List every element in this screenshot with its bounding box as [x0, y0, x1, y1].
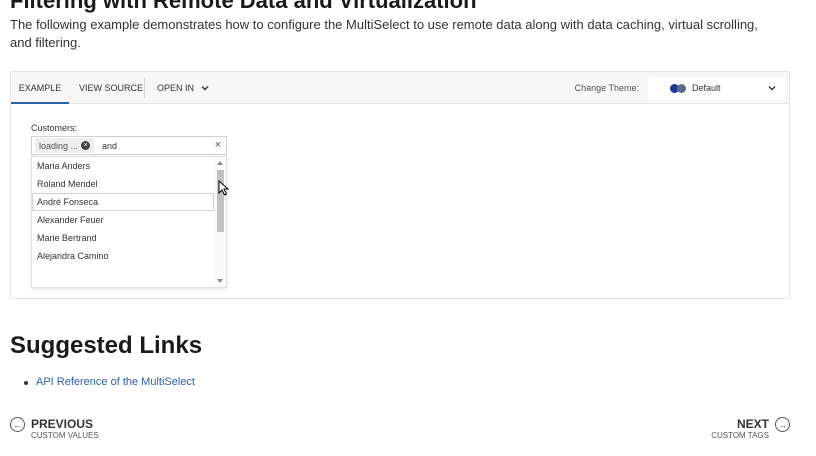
chevron-down-icon — [201, 86, 209, 91]
demo-toolbar: EXAMPLE VIEW SOURCE OPEN IN Change Theme… — [11, 72, 789, 104]
previous-page-link[interactable]: ← PREVIOUS CUSTOM VALUES — [10, 417, 99, 441]
list-item[interactable]: André Fonseca — [32, 193, 214, 211]
tab-view-source[interactable]: VIEW SOURCE — [79, 72, 143, 104]
toolbar-divider — [144, 78, 145, 98]
suggested-links-heading: Suggested Links — [10, 332, 203, 359]
list-item[interactable]: Marie Bertrand — [32, 229, 214, 247]
scroll-up-arrow-icon[interactable] — [217, 161, 223, 165]
next-label: NEXT — [736, 417, 769, 431]
close-icon[interactable]: × — [215, 139, 221, 151]
multiselect-popup: Maria Anders Roland Mendel André Fonseca Al… — [31, 156, 227, 288]
theme-dot-secondary — [677, 83, 686, 93]
selected-chip[interactable]: loading ... × — [35, 138, 95, 153]
list-item[interactable]: Alejandra Camino — [32, 247, 214, 265]
open-in-label: OPEN IN — [157, 83, 195, 93]
filter-text[interactable]: and — [102, 141, 117, 151]
customers-label: Customers: — [31, 123, 78, 133]
suggested-links-list: API Reference of the MultiSelect — [24, 376, 195, 388]
next-sublabel: CUSTOM TAGS — [711, 431, 769, 440]
chip-remove-icon[interactable]: × — [81, 141, 91, 150]
list-item[interactable]: Roland Mendel — [32, 175, 214, 193]
demo-container: EXAMPLE VIEW SOURCE OPEN IN Change Theme… — [10, 71, 790, 299]
arrow-left-icon: ← — [10, 417, 25, 432]
tab-example[interactable]: EXAMPLE — [11, 72, 69, 104]
next-page-link[interactable]: NEXT CUSTOM TAGS → — [711, 417, 790, 441]
chip-label: loading ... — [39, 140, 79, 151]
popup-scrollbar[interactable] — [214, 157, 226, 287]
list-item[interactable]: Maria Anders — [32, 157, 214, 175]
theme-swatch-icon — [670, 83, 686, 93]
option-list: Maria Anders Roland Mendel André Fonseca Al… — [32, 157, 214, 265]
page-title: Filtering with Remote Data and Virtualiz… — [10, 0, 477, 13]
previous-label: PREVIOUS — [31, 417, 94, 431]
scroll-down-arrow-icon[interactable] — [217, 279, 223, 283]
theme-dropdown[interactable]: Default — [648, 77, 785, 99]
customers-multiselect-input[interactable]: loading ... × and × — [31, 136, 227, 155]
previous-sublabel: CUSTOM VALUES — [31, 431, 99, 440]
arrow-right-icon: → — [775, 417, 790, 432]
api-reference-link[interactable]: API Reference of the MultiSelect — [24, 376, 195, 388]
intro-text: The following example demonstrates how t… — [10, 17, 758, 50]
open-in-button[interactable]: OPEN IN — [157, 72, 210, 104]
list-item[interactable]: Alexander Feuer — [32, 211, 214, 229]
mouse-cursor-icon — [218, 180, 230, 196]
change-theme-label: Change Theme: — [574, 83, 639, 93]
theme-selected-value: Default — [692, 83, 721, 93]
chevron-down-icon — [768, 86, 776, 91]
